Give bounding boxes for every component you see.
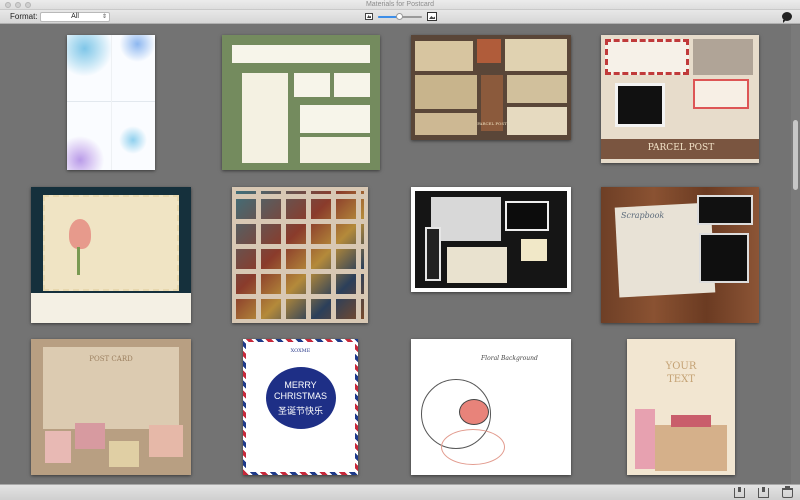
parcel-post-label: PARCEL POST xyxy=(647,143,715,153)
thumbnail-post-card-stamps-kraft[interactable]: POST CARD xyxy=(31,339,191,475)
thumbnail-tulip-vintage-postcard[interactable] xyxy=(31,187,191,323)
speech-bubble-icon[interactable] xyxy=(782,12,792,23)
thumbnail-scrapbook-wood-collage[interactable]: Scrapbook xyxy=(601,187,759,323)
thumbnail-vintage-postcard-collage[interactable]: PARCEL POST xyxy=(411,35,571,140)
toolbar: Format: All ⇕ xyxy=(0,10,800,24)
materials-gallery: PARCEL POST PARCEL POST Scrapbook POST C… xyxy=(0,25,790,484)
import-icon[interactable] xyxy=(734,487,745,498)
bottom-bar xyxy=(0,484,800,500)
text-label: TEXT xyxy=(667,374,695,385)
title-bar: Materials for Postcard xyxy=(0,0,800,10)
thumbnail-your-text-castle[interactable]: YOUR TEXT xyxy=(627,339,735,475)
your-label: YOUR xyxy=(665,361,697,372)
gallery-scrollbar[interactable] xyxy=(791,25,800,484)
chevron-updown-icon: ⇕ xyxy=(101,14,107,20)
parcel-post-label: PARCEL POST xyxy=(477,121,507,126)
thumbnail-floral-watercolor-cards[interactable] xyxy=(67,35,155,170)
christmas-label: CHRISTMAS xyxy=(273,391,327,401)
thumbnail-floral-background-bird[interactable]: Floral Background xyxy=(411,339,571,475)
thumbnail-size-slider[interactable] xyxy=(378,13,422,20)
thumbnail-stamp-collection-sheet[interactable] xyxy=(232,187,368,323)
card-small-header: XOXME xyxy=(290,348,311,354)
app-window: Materials for Postcard Format: All ⇕ PAR… xyxy=(0,0,800,500)
small-thumbnail-icon[interactable] xyxy=(365,13,373,20)
thumbnail-green-business-stationery[interactable] xyxy=(222,35,380,170)
chinese-greeting-label: 圣诞节快乐 xyxy=(277,407,323,417)
thumbnail-photo-frames-collage[interactable] xyxy=(411,187,571,292)
export-icon[interactable] xyxy=(758,487,769,498)
format-select[interactable]: All ⇕ xyxy=(40,12,110,22)
format-select-value: All xyxy=(71,13,79,20)
format-label: Format: xyxy=(10,12,38,21)
large-thumbnail-icon[interactable] xyxy=(427,12,437,21)
thumbnail-airmail-envelope-collage[interactable]: PARCEL POST xyxy=(601,35,759,163)
slider-knob[interactable] xyxy=(396,13,403,20)
window-title: Materials for Postcard xyxy=(365,1,435,8)
trash-icon[interactable] xyxy=(782,486,793,498)
thumbnail-merry-christmas-card[interactable]: XOXME MERRY CHRISTMAS 圣诞节快乐 xyxy=(243,339,358,475)
merry-label: MERRY xyxy=(284,380,317,390)
scrollbar-thumb[interactable] xyxy=(793,120,798,190)
floral-background-label: Floral Background xyxy=(481,355,538,362)
scrapbook-label: Scrapbook xyxy=(621,211,665,220)
post-card-label: POST CARD xyxy=(89,355,133,363)
